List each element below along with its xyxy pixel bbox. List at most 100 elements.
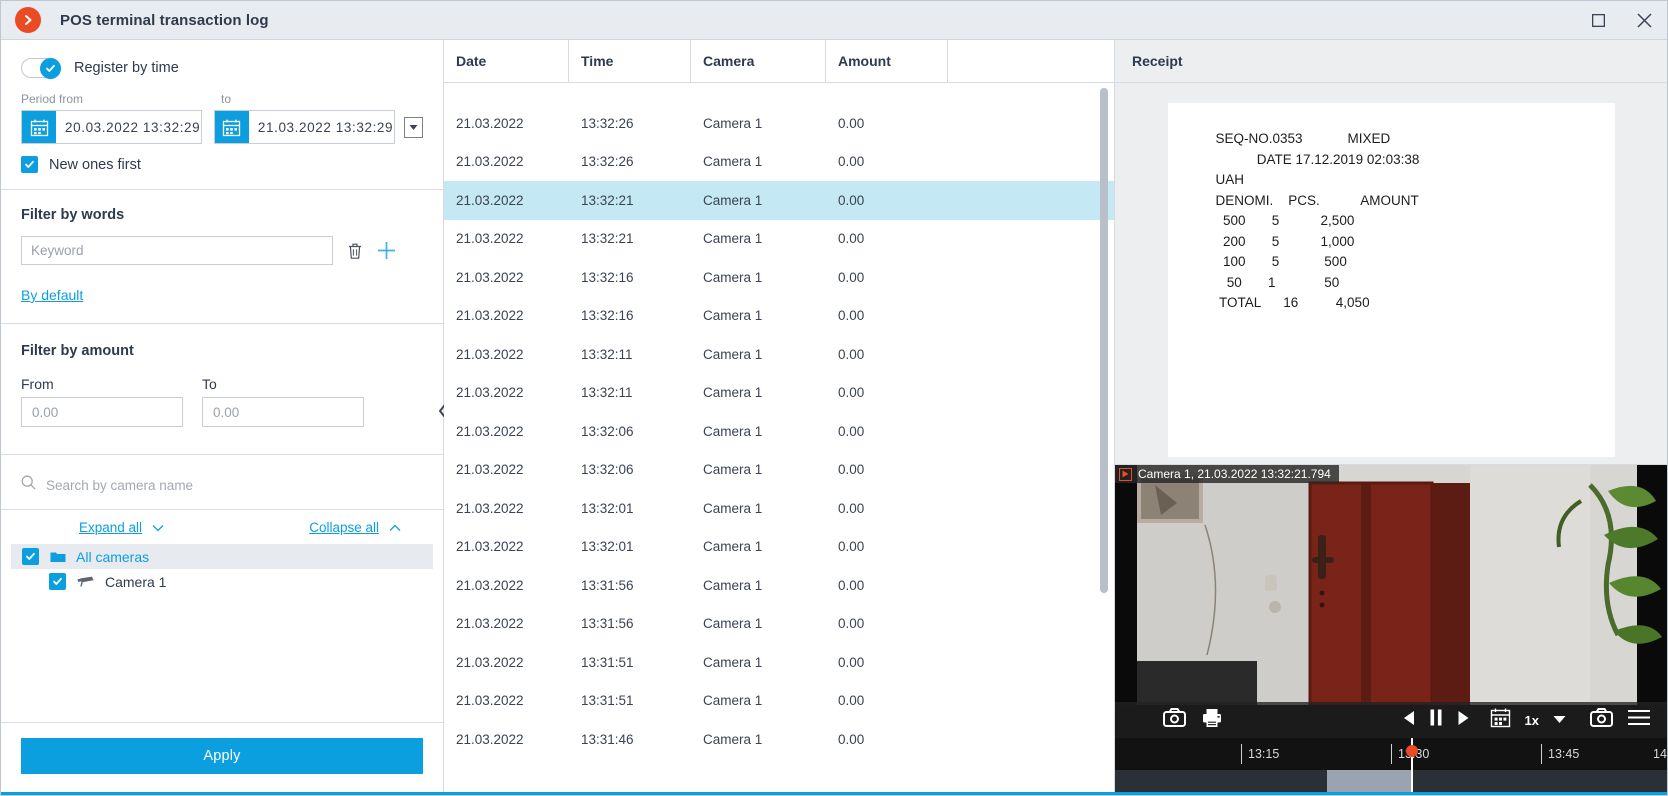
table-row[interactable]: 21.03.2022 13:32:16 Camera 1 0.00 [444,258,1114,297]
amount-to-label: To [202,376,217,392]
table-row[interactable]: 21.03.2022 13:31:46 Camera 1 0.00 [444,720,1114,759]
period-to-value[interactable]: 21.03.2022 13:32:29 [249,111,394,143]
timeline-label: 13:45 [1548,747,1580,761]
tree-item-all-cameras[interactable]: All cameras [11,544,433,569]
camera-snapshot-icon[interactable] [1163,708,1186,732]
close-button[interactable] [1621,1,1667,39]
play-icon[interactable] [1457,710,1470,731]
table-row[interactable]: 21.03.2022 13:32:16 Camera 1 0.00 [444,297,1114,336]
cell-amount: 0.00 [838,577,865,593]
keyword-row: Keyword [21,236,423,265]
receipt-line: 50 1 50 [1215,274,1340,290]
column-header-date[interactable]: Date [444,40,569,82]
tree-item-label: All cameras [76,548,150,565]
table-row[interactable]: 21.03.2022 13:32:01 Camera 1 0.00 [444,528,1114,567]
screenshot-icon[interactable] [1590,708,1613,732]
tree-item-camera-1[interactable]: Camera 1 [11,569,433,594]
hamburger-menu-icon[interactable] [1627,709,1651,731]
camera-search-row[interactable]: Search by camera name [1,455,443,509]
cell-date: 21.03.2022 [456,269,524,285]
playback-speed-label[interactable]: 1x [1525,713,1539,728]
amount-from-input[interactable]: 0.00 [21,397,183,427]
column-header-time[interactable]: Time [569,40,691,82]
register-by-time-toggle[interactable] [21,58,61,79]
player-toolbar-left [1115,708,1222,733]
pause-icon[interactable] [1429,709,1443,731]
camera-1-checkbox[interactable] [49,573,66,590]
period-from-value[interactable]: 20.03.2022 13:32:29 [56,111,201,143]
camera-icon [77,575,95,588]
timeline-position-marker[interactable] [1406,745,1418,757]
timeline-label-end: 14: [1653,747,1668,761]
apply-section: Apply [1,722,443,792]
table-row[interactable]: 21.03.2022 13:32:26 Camera 1 0.00 [444,104,1114,143]
cell-date: 21.03.2022 [456,308,524,324]
cell-time: 13:31:51 [581,654,634,670]
camera-search-input[interactable]: Search by camera name [46,478,193,493]
cell-time: 13:32:01 [581,500,634,516]
table-row[interactable]: 21.03.2022 13:32:11 Camera 1 0.00 [444,335,1114,374]
filter-by-amount-title: Filter by amount [21,343,134,359]
timeline-overview-cursor[interactable] [1411,770,1413,792]
cell-time: 13:32:26 [581,154,634,170]
period-to-field[interactable]: 21.03.2022 13:32:29 [213,110,395,144]
amount-to-input[interactable]: 0.00 [202,397,364,427]
new-ones-first-checkbox[interactable] [21,156,38,173]
printer-icon[interactable] [1202,708,1222,733]
keyword-input[interactable]: Keyword [21,236,333,265]
receipt-line: DATE 17.12.2019 02:03:38 [1215,151,1420,167]
cell-time: 13:32:06 [581,462,634,478]
cell-time: 13:31:56 [581,577,634,593]
cell-amount: 0.00 [838,346,865,362]
by-default-link[interactable]: By default [21,287,83,303]
cell-time: 13:32:06 [581,423,634,439]
apply-button[interactable]: Apply [21,738,423,774]
expand-all-button[interactable]: Expand all [79,520,164,535]
collapse-all-button[interactable]: Collapse all [309,520,401,535]
player-timeline[interactable]: 13:15 13:30 13:45 14: [1115,738,1668,770]
table-row[interactable]: 21.03.2022 13:32:06 Camera 1 0.00 [444,451,1114,490]
table-row[interactable]: 21.03.2022 13:31:51 Camera 1 0.00 [444,643,1114,682]
table-scrollbar[interactable] [1100,88,1108,593]
register-by-time-row[interactable]: Register by time [21,40,423,79]
period-date-row: 20.03.2022 13:32:29 21.03.2022 13:32:29 [21,110,423,144]
table-row[interactable]: 21.03.2022 13:31:56 Camera 1 0.00 [444,605,1114,644]
plus-icon[interactable] [377,241,396,260]
table-row[interactable]: 21.03.2022 13:31:51 Camera 1 0.00 [444,682,1114,721]
receipt-and-player-panel: Receipt SEQ-NO.0353 MIXED DATE 17.12.201… [1115,40,1668,792]
maximize-button[interactable] [1575,1,1621,39]
receipt-line: DENOMI. PCS. AMOUNT [1215,192,1419,208]
trash-icon[interactable] [347,242,363,260]
table-row[interactable]: 21.03.2022 13:31:56 Camera 1 0.00 [444,566,1114,605]
player-timeline-overview[interactable] [1115,770,1667,792]
cell-time: 13:31:56 [581,616,634,632]
column-header-amount[interactable]: Amount [826,40,948,82]
new-ones-first-row[interactable]: New ones first [21,156,423,189]
timeline-segment[interactable] [1327,770,1413,792]
amount-from-label: From [21,376,54,392]
cell-camera: Camera 1 [703,423,763,439]
calendar-icon[interactable] [214,111,249,143]
table-row[interactable]: 21.03.2022 13:32:21 Camera 1 0.00 [444,181,1114,220]
step-back-icon[interactable] [1402,710,1415,731]
chevron-down-icon[interactable] [1553,711,1566,729]
cell-date: 21.03.2022 [456,462,524,478]
table-row[interactable]: 21.03.2022 13:32:01 Camera 1 0.00 [444,489,1114,528]
period-preset-dropdown-button[interactable] [403,116,423,138]
pos-transaction-log-window: POS terminal transaction log Register by… [0,0,1668,796]
camera-overlay-text: Camera 1, 21.03.2022 13:32:21.794 [1138,467,1331,481]
player-toolbar-right: 1x [1402,707,1667,733]
table-row[interactable]: 21.03.2022 13:32:26 Camera 1 0.00 [444,143,1114,182]
calendar-icon[interactable] [1490,707,1511,733]
timeline-label: 13:15 [1248,747,1280,761]
calendar-icon[interactable] [22,111,56,143]
table-row[interactable]: 21.03.2022 13:32:06 Camera 1 0.00 [444,412,1114,451]
table-row[interactable]: 21.03.2022 13:32:21 Camera 1 0.00 [444,220,1114,259]
column-header-camera[interactable]: Camera [691,40,826,82]
cell-amount: 0.00 [838,462,865,478]
table-row[interactable]: 21.03.2022 13:32:11 Camera 1 0.00 [444,374,1114,413]
video-player[interactable]: Camera 1, 21.03.2022 13:32:21.794 1x [1115,465,1667,738]
period-from-field[interactable]: 20.03.2022 13:32:29 [21,110,202,144]
all-cameras-checkbox[interactable] [22,548,39,565]
transaction-table: Date Time Camera Amount 21.03.2022 13:32:… [444,40,1115,792]
